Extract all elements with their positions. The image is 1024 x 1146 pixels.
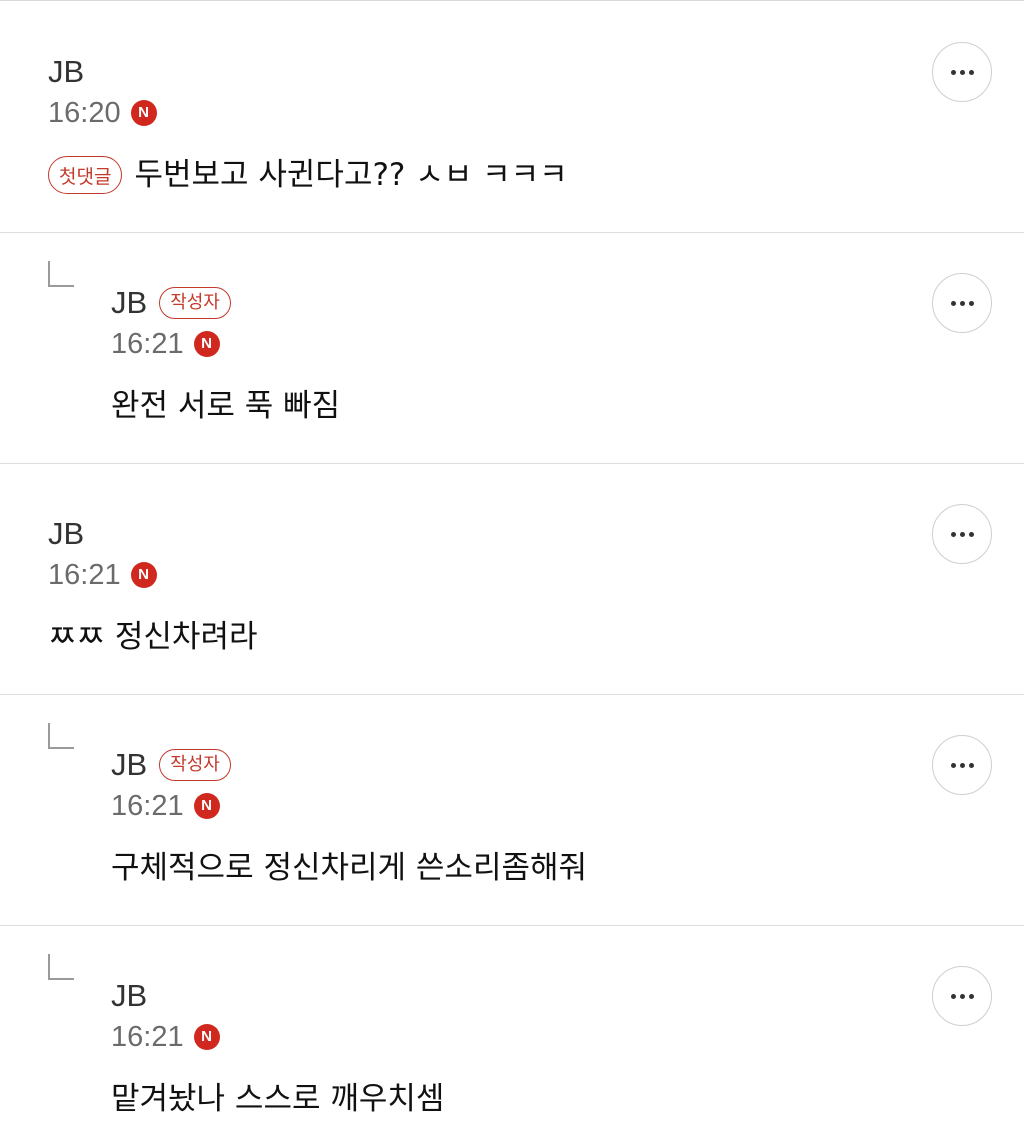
more-options-button[interactable]	[932, 735, 992, 795]
comment-text: 구체적으로 정신차리게 쓴소리좀해줘	[111, 850, 588, 886]
comment-author-row: JB	[48, 514, 84, 554]
comment-body: 첫댓글 두번보고 사귄다고?? ㅅㅂ ㅋㅋㅋ	[48, 152, 568, 198]
top-divider	[0, 0, 1024, 1]
comment-meta: 16:21 N	[111, 1018, 220, 1056]
writer-badge: 작성자	[159, 749, 231, 781]
new-badge-icon: N	[193, 793, 220, 819]
comment-author[interactable]: JB	[111, 976, 147, 1016]
comment-author[interactable]: JB	[48, 514, 84, 554]
more-options-button[interactable]	[932, 273, 992, 333]
more-horizontal-icon	[950, 69, 974, 75]
comment-item: JB 16:21 N ㅉㅉ 정신차려라	[0, 464, 1024, 695]
comment-text: ㅉㅉ 정신차려라	[48, 619, 258, 655]
writer-badge: 작성자	[159, 287, 231, 319]
reply-corner-icon	[48, 261, 74, 287]
comment-author[interactable]: JB	[111, 745, 147, 785]
comment-meta: 16:21 N	[48, 556, 157, 594]
more-horizontal-icon	[950, 300, 974, 306]
comment-time: 16:21	[111, 328, 184, 360]
more-options-button[interactable]	[932, 42, 992, 102]
more-options-button[interactable]	[932, 504, 992, 564]
comment-author-row: JB	[48, 52, 84, 92]
new-badge-icon: N	[193, 331, 220, 357]
comment-meta: 16:20 N	[48, 94, 157, 132]
more-horizontal-icon	[950, 993, 974, 999]
comment-meta: 16:21 N	[111, 787, 220, 825]
comment-time: 16:20	[48, 97, 121, 129]
comment-author[interactable]: JB	[111, 283, 147, 323]
more-horizontal-icon	[950, 762, 974, 768]
comment-text: 완전 서로 푹 빠짐	[111, 388, 341, 424]
more-options-button[interactable]	[932, 966, 992, 1026]
first-comment-badge: 첫댓글	[48, 156, 123, 194]
comment-author-row: JB	[111, 976, 147, 1016]
reply-corner-icon	[48, 723, 74, 749]
new-badge-icon: N	[130, 562, 157, 588]
reply-corner-icon	[48, 954, 74, 980]
comment-meta: 16:21 N	[111, 325, 220, 363]
comment-body: 구체적으로 정신차리게 쓴소리좀해줘	[111, 845, 587, 891]
comment-author-row: JB 작성자	[111, 745, 231, 785]
comment-text: 맡겨놨나 스스로 깨우치셈	[111, 1081, 445, 1117]
reply-item: JB 작성자 16:21 N 완전 서로 푹 빠짐	[0, 233, 1024, 464]
more-horizontal-icon	[950, 531, 974, 537]
comment-body: 완전 서로 푹 빠짐	[111, 383, 340, 429]
reply-item: JB 작성자 16:21 N 구체적으로 정신차리게 쓴소리좀해줘	[0, 695, 1024, 926]
new-badge-icon: N	[130, 100, 157, 126]
comment-time: 16:21	[111, 1021, 184, 1053]
comment-author-row: JB 작성자	[111, 283, 231, 323]
comment-item: JB 16:20 N 첫댓글 두번보고 사귄다고?? ㅅㅂ ㅋㅋㅋ	[0, 2, 1024, 233]
reply-item: JB 16:21 N 맡겨놨나 스스로 깨우치셈	[0, 926, 1024, 1146]
comment-time: 16:21	[111, 790, 184, 822]
new-badge-icon: N	[193, 1024, 220, 1050]
comment-author[interactable]: JB	[48, 52, 84, 92]
comment-body: ㅉㅉ 정신차려라	[48, 614, 258, 660]
comment-body: 맡겨놨나 스스로 깨우치셈	[111, 1076, 444, 1122]
comment-time: 16:21	[48, 559, 121, 591]
comment-text: 두번보고 사귄다고?? ㅅㅂ ㅋㅋㅋ	[134, 157, 568, 193]
